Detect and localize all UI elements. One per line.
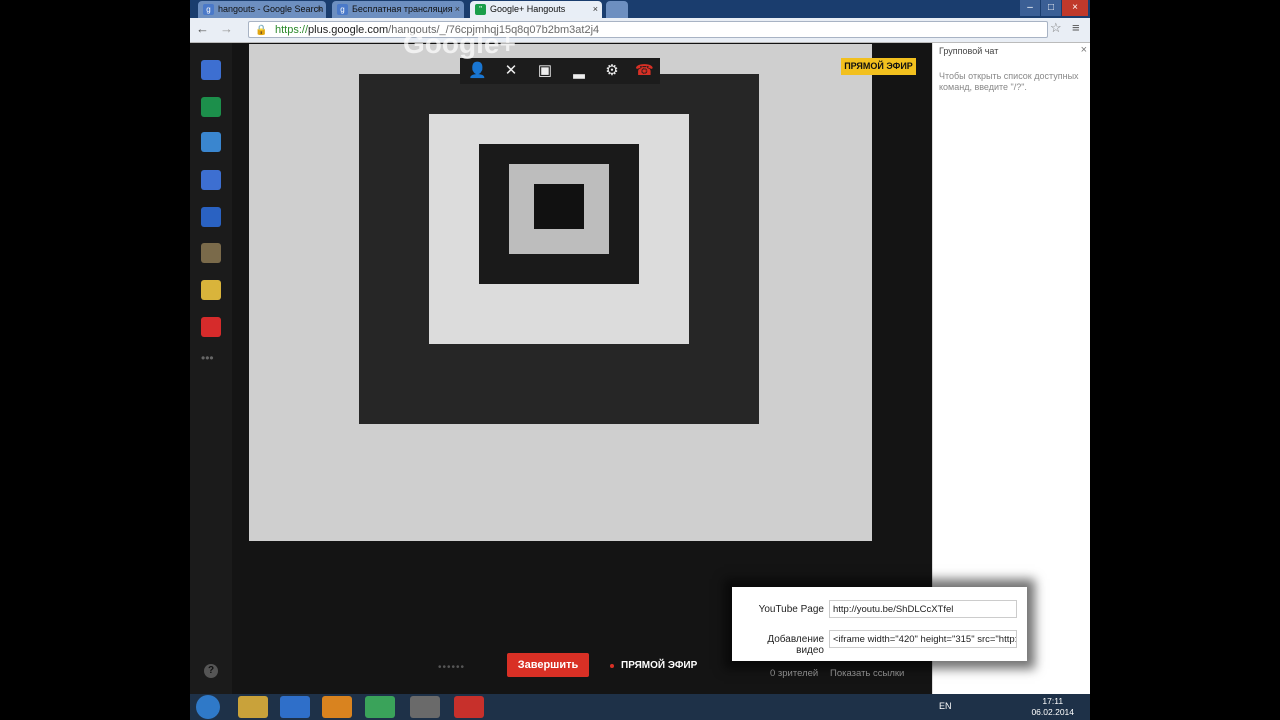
tab-hangouts-search[interactable]: g hangouts - Google Search × [198,1,326,18]
participant-video [249,44,872,541]
close-icon[interactable]: × [317,1,322,18]
video-recursion-layer [509,164,609,254]
system-clock[interactable]: 17:11 06.02.2014 [1031,696,1074,718]
address-bar[interactable]: 🔒 https://plus.google.com/hangouts/_/76c… [248,21,1048,38]
clock-time: 17:11 [1042,696,1064,706]
toolbox-icon[interactable] [201,243,221,263]
video-recursion-layer [359,74,759,424]
g-icon: g [337,4,348,15]
close-icon[interactable]: × [455,1,460,18]
browser-toolbar: ← → 🔒 https://plus.google.com/hangouts/_… [190,18,1090,43]
video-recursion-layer [534,184,584,229]
video-recursion-layer [479,144,639,284]
more-icon[interactable]: ••• [201,351,214,365]
video-recursion-layer [429,114,689,344]
new-tab-button[interactable] [606,1,628,18]
forward-icon[interactable]: → [220,21,233,36]
bookmark-star-icon[interactable]: ☆ [1050,20,1062,36]
google-plus-logo: Google+ [403,28,516,59]
back-icon[interactable]: ← [196,21,209,36]
explorer-icon[interactable] [238,696,268,718]
mute-mic-icon[interactable]: ✕ [502,62,520,80]
tab-label: hangouts - Google Search [218,4,324,14]
close-icon[interactable]: × [593,1,598,18]
loading-dots: •••••• [438,662,466,673]
chat-title: Групповой чат [939,46,999,56]
camera-icon[interactable] [201,170,221,190]
bandwidth-icon[interactable]: ▂ [570,62,588,80]
ie-icon[interactable] [280,696,310,718]
clock-date: 06.02.2014 [1031,707,1074,717]
chat-hint: Чтобы открыть список доступных команд, в… [939,71,1079,92]
media-player-icon[interactable] [322,696,352,718]
tab-label: Бесплатная трансляция [352,4,453,14]
share-icon[interactable] [201,97,221,117]
menu-icon[interactable]: ≡ [1072,20,1080,35]
youtube-icon[interactable] [201,317,221,337]
qa-icon[interactable] [201,132,221,152]
effects-icon[interactable] [201,280,221,300]
live-indicator-dot [610,664,614,668]
youtube-page-field[interactable]: http://youtu.be/ShDLCcXTfel [829,600,1017,618]
language-indicator[interactable]: EN [939,701,952,711]
show-links-link[interactable]: Показать ссылки [830,668,904,679]
tab-broadcast[interactable]: g Бесплатная трансляция × [332,1,464,18]
browser-window: g hangouts - Google Search × g Бесплатна… [190,0,1090,720]
on-air-badge: ПРЯМОЙ ЭФИР [841,58,916,75]
app-rail: ••• [190,43,232,694]
minimize-icon[interactable]: – [1020,0,1040,16]
add-person-icon[interactable]: 👤 [468,62,487,80]
tab-strip: g hangouts - Google Search × g Бесплатна… [190,0,1090,18]
help-icon[interactable]: ? [204,664,218,678]
end-broadcast-button[interactable]: Завершить [507,653,589,677]
embed-code-label: Добавление видео [767,634,824,656]
maximize-icon[interactable]: □ [1041,0,1061,16]
lock-icon: 🔒 [255,25,268,36]
url-scheme: https:// [275,24,309,36]
tab-label: Google+ Hangouts [490,4,566,14]
camera-off-icon[interactable]: ▣ [536,62,554,80]
close-icon[interactable]: × [1081,44,1087,56]
hangout-controls: 👤 ✕ ▣ ▂ ⚙ ☎ [460,58,660,84]
chat-icon[interactable] [201,60,221,80]
youtube-page-label: YouTube Page [758,604,824,615]
embed-code-field[interactable]: <iframe width="420" height="315" src="ht… [829,630,1017,648]
tool-icon[interactable] [410,696,440,718]
start-button[interactable] [196,695,220,719]
acrobat-icon[interactable] [454,696,484,718]
settings-icon[interactable]: ⚙ [603,62,621,80]
live-label: ПРЯМОЙ ЭФИР [621,660,698,671]
window-close-icon[interactable]: × [1062,0,1088,16]
chrome-icon[interactable] [365,696,395,718]
viewer-count: 0 зрителей [770,668,819,679]
hangouts-icon: " [475,4,486,15]
taskbar: EN 17:11 06.02.2014 [190,694,1090,720]
url-host: plus.google.com [308,24,389,36]
video-icon[interactable] [201,207,221,227]
hangup-icon[interactable]: ☎ [635,62,654,80]
g-icon: g [203,4,214,15]
tab-hangouts[interactable]: " Google+ Hangouts × [470,1,602,18]
embed-links-panel: YouTube Page http://youtu.be/ShDLCcXTfel… [732,587,1027,661]
